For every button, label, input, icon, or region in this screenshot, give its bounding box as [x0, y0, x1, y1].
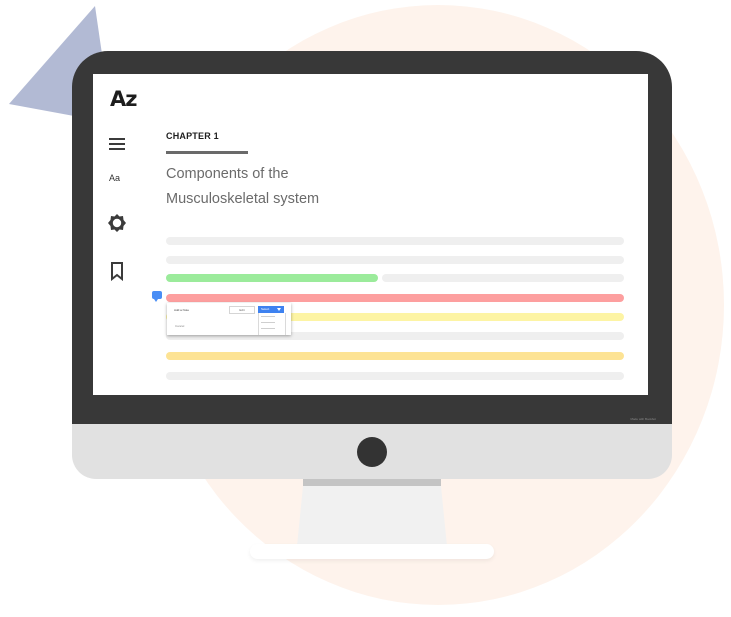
- popup-label: Add a Note: [174, 308, 190, 312]
- hamburger-menu-icon[interactable]: [107, 134, 127, 154]
- comment-icon[interactable]: [152, 291, 162, 302]
- chapter-underline: [166, 151, 248, 154]
- title-line-2: Musculoskeletal system: [166, 191, 320, 207]
- screen: Az Aa CHAPTER 1 Components of the Muscul…: [93, 74, 648, 395]
- font-size-icon[interactable]: Aa: [109, 173, 120, 183]
- chapter-label: CHAPTER 1: [166, 131, 219, 141]
- popup-dropdown[interactable]: Select: [258, 306, 284, 313]
- app-logo: Az: [110, 87, 138, 111]
- text-line-placeholder: [166, 256, 624, 264]
- monitor-stand-neck: [303, 479, 441, 486]
- dropdown-option[interactable]: [261, 316, 275, 317]
- text-line-highlight-red[interactable]: [166, 294, 624, 302]
- popup-cancel-link[interactable]: Cancel: [175, 324, 184, 328]
- dropdown-label: Select: [261, 307, 270, 311]
- chevron-down-icon: [277, 308, 281, 311]
- text-line-highlight-green[interactable]: [166, 274, 378, 282]
- text-line-placeholder: [166, 237, 624, 245]
- dropdown-option[interactable]: [261, 322, 275, 323]
- popup-field[interactable]: Edit: [229, 306, 255, 314]
- text-line-placeholder: [382, 274, 624, 282]
- bookmark-icon[interactable]: [107, 261, 127, 281]
- dropdown-options: [258, 313, 286, 335]
- page-title: Components of the Musculoskeletal system: [166, 162, 466, 212]
- settings-gear-icon[interactable]: [107, 213, 127, 233]
- text-line-placeholder: [166, 372, 624, 380]
- dropdown-option[interactable]: [261, 328, 275, 329]
- monitor-stand-base: [250, 544, 494, 559]
- text-line-highlight-yellow[interactable]: [166, 352, 624, 360]
- fine-print: Made with Bookbot: [630, 417, 656, 421]
- title-line-1: Components of the: [166, 166, 289, 182]
- annotation-popup: Add a Note Edit Cancel Select: [167, 303, 291, 335]
- power-button[interactable]: [357, 437, 387, 467]
- monitor-stand: [297, 486, 447, 546]
